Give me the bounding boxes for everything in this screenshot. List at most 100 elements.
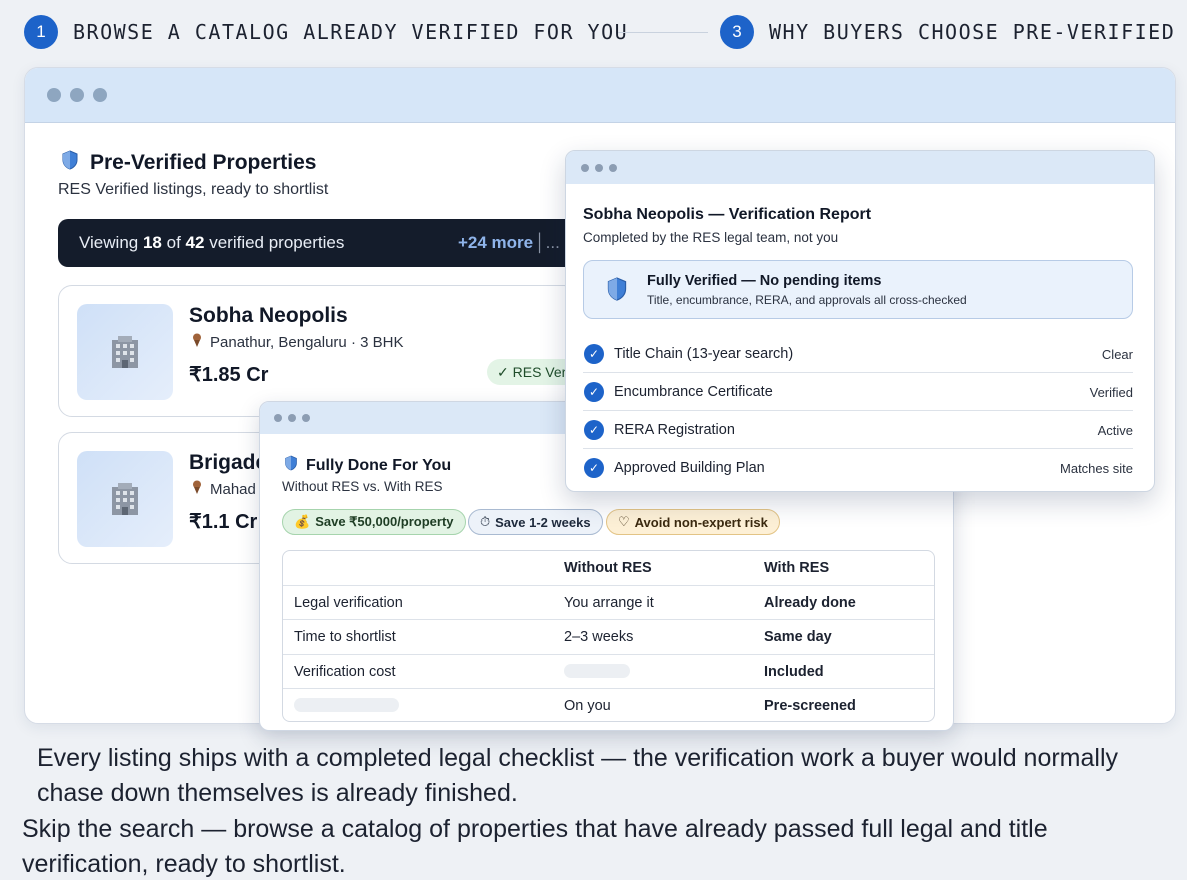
comparison-table: Without RES With RES Legal verification … <box>282 550 935 722</box>
viewing-count-bar: Viewing 18 of 42 verified properties +24… <box>58 219 578 267</box>
property-location-text: Panathur, Bengaluru · 3 BHK <box>210 333 404 351</box>
verification-checklist: ✓ Title Chain (13-year search) Clear ✓ E… <box>583 335 1133 487</box>
catalog-title: Pre-Verified Properties <box>61 150 316 176</box>
window-minimize-dot[interactable] <box>70 88 84 102</box>
show-more-link[interactable]: +24 more <box>458 233 533 253</box>
stopwatch-icon: ⏱ <box>480 514 491 529</box>
shield-icon <box>606 276 628 306</box>
map-pin-icon <box>192 480 202 498</box>
comparison-title: Fully Done For You <box>284 455 451 476</box>
step-title: BROWSE A CATALOG ALREADY VERIFIED FOR YO… <box>73 20 629 44</box>
table-cell: Legal verification <box>294 594 403 611</box>
table-cell: Pre-screened <box>764 698 856 714</box>
heart-icon: ♡ <box>618 514 630 529</box>
checklist-status: Clear <box>1101 347 1133 362</box>
redacted-placeholder <box>294 698 399 712</box>
checklist-item: ✓ Approved Building Plan Matches site <box>583 449 1133 487</box>
table-cell: Included <box>764 663 824 680</box>
check-circle-icon: ✓ <box>584 420 604 440</box>
viewing-suffix: verified properties <box>209 233 345 252</box>
checklist-label: Title Chain (13-year search) <box>614 346 794 362</box>
table-cell: 2–3 weeks <box>564 629 634 645</box>
risk-chip: ♡ Avoid non-expert risk <box>606 509 780 535</box>
redacted-placeholder <box>564 663 630 678</box>
checklist-item: ✓ Title Chain (13-year search) Clear <box>583 335 1133 373</box>
viewing-shown-count: 18 <box>142 233 162 252</box>
viewing-ellipsis: │... <box>535 233 560 252</box>
checklist-label: Approved Building Plan <box>614 460 765 476</box>
report-titlebar <box>566 151 1154 184</box>
check-circle-icon: ✓ <box>584 382 604 402</box>
table-row: On you Pre-screened <box>283 689 934 721</box>
step-number-badge: 3 <box>720 15 754 49</box>
chip-label: Avoid non-expert risk <box>634 514 768 530</box>
property-price: ₹1.1 Cr <box>189 511 258 533</box>
table-cell: Verification cost <box>294 663 396 680</box>
step-title: WHY BUYERS CHOOSE PRE-VERIFIED <box>769 20 1176 44</box>
chip-label: Save ₹50,000/property <box>315 514 454 529</box>
checklist-status: Verified <box>1089 385 1133 400</box>
window-titlebar <box>25 68 1175 123</box>
money-bag-icon: 💰 <box>294 514 311 529</box>
step-3-header: 3 WHY BUYERS CHOOSE PRE-VERIFIED <box>720 15 1175 49</box>
table-row: Time to shortlist 2–3 weeks Same day <box>283 620 934 655</box>
property-name: Sobha Neopolis <box>189 304 348 327</box>
window-maximize-dot[interactable] <box>609 163 617 172</box>
table-row: Legal verification You arrange it Alread… <box>283 586 934 620</box>
table-cell: Time to shortlist <box>294 629 396 645</box>
catalog-subtitle: RES Verified listings, ready to shortlis… <box>58 181 329 198</box>
property-location: Panathur, Bengaluru · 3 BHK <box>192 333 403 351</box>
report-subtitle: Completed by the RES legal team, not you <box>583 230 839 245</box>
savings-chip: 💰 Save ₹50,000/property <box>282 509 466 535</box>
checklist-label: RERA Registration <box>614 422 735 438</box>
property-name: Brigade <box>189 451 268 474</box>
viewing-total-count: 42 <box>185 233 205 252</box>
window-maximize-dot[interactable] <box>302 414 310 422</box>
caption-secondary: Skip the search — browse a catalog of pr… <box>22 815 1048 878</box>
check-circle-icon: ✓ <box>584 458 604 478</box>
property-thumbnail <box>77 304 173 400</box>
verification-report-window: Sobha Neopolis — Verification Report Com… <box>565 150 1155 492</box>
property-price: ₹1.85 Cr <box>189 364 269 386</box>
window-maximize-dot[interactable] <box>93 88 107 102</box>
catalog-title-text: Pre-Verified Properties <box>90 151 317 174</box>
checklist-item: ✓ RERA Registration Active <box>583 411 1133 449</box>
chip-label: Save 1-2 weeks <box>495 514 591 530</box>
status-subtitle: Title, encumbrance, RERA, and approvals … <box>647 293 967 307</box>
table-row: Verification cost Included <box>283 655 934 689</box>
comparison-subtitle: Without RES vs. With RES <box>282 479 443 494</box>
viewing-of: of <box>166 233 181 252</box>
table-cell: Already done <box>764 594 856 611</box>
checklist-status: Matches site <box>1060 461 1133 476</box>
shield-icon <box>61 150 79 176</box>
table-header-row: Without RES With RES <box>283 551 934 586</box>
window-close-dot[interactable] <box>274 414 282 422</box>
window-minimize-dot[interactable] <box>288 414 296 422</box>
table-cell: You arrange it <box>564 594 654 611</box>
verification-status-box: Fully Verified — No pending items Title,… <box>583 260 1133 319</box>
comparison-title-text: Fully Done For You <box>306 456 452 474</box>
step-number-badge: 1 <box>24 15 58 49</box>
table-cell: On you <box>564 698 611 714</box>
window-close-dot[interactable] <box>47 88 61 102</box>
shield-icon <box>284 455 298 476</box>
step-connector-line <box>618 32 708 33</box>
building-icon <box>112 336 138 368</box>
property-card[interactable]: Sobha Neopolis Panathur, Bengaluru · 3 B… <box>58 285 602 417</box>
checklist-status: Active <box>1097 423 1133 438</box>
checklist-item: ✓ Encumbrance Certificate Verified <box>583 373 1133 411</box>
viewing-prefix: Viewing <box>79 233 139 252</box>
check-circle-icon: ✓ <box>584 344 604 364</box>
property-location-text: Mahad <box>210 480 256 498</box>
table-cell-redacted <box>294 698 399 716</box>
property-location: Mahad <box>192 480 256 498</box>
map-pin-icon <box>192 333 202 351</box>
window-close-dot[interactable] <box>581 163 589 172</box>
checklist-label: Encumbrance Certificate <box>614 384 773 400</box>
property-thumbnail <box>77 451 173 547</box>
table-cell-redacted <box>564 663 630 682</box>
window-minimize-dot[interactable] <box>595 163 603 172</box>
table-header: With RES <box>764 560 830 576</box>
table-header: Without RES <box>564 560 652 576</box>
building-icon <box>112 483 138 515</box>
